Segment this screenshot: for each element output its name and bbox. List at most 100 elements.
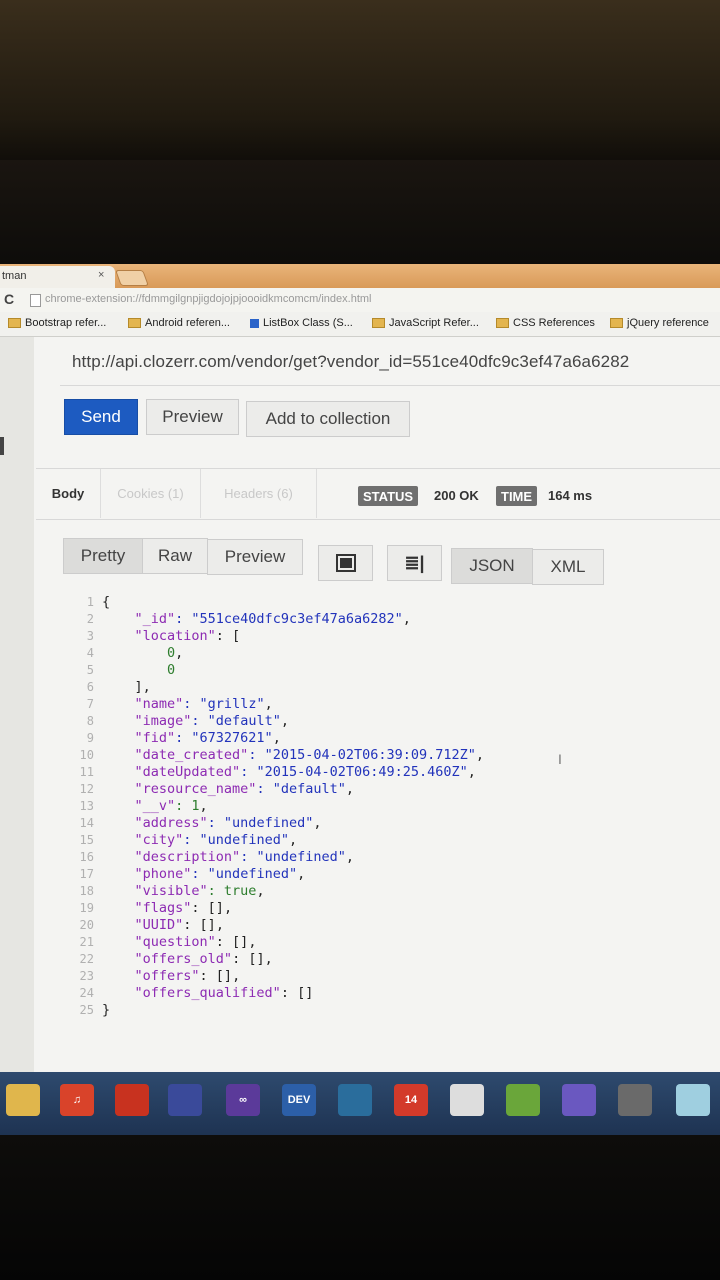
line-number: 23 [79,969,94,983]
new-tab-button[interactable] [115,270,149,286]
line-number: 3 [86,629,94,643]
json-punct: , [402,611,411,627]
json-value: : "default" [191,713,281,729]
chrome-icon[interactable] [450,1084,484,1116]
format-pretty-button[interactable]: Pretty [63,538,143,574]
code-line: 19 "flags": [], [60,900,233,917]
screen: tman × C chrome-extension://fdmmgilgnpji… [0,264,720,1135]
code-line: 9 "fid": "67327621", [60,730,281,747]
json-key: "offers" [134,968,200,984]
bookmark-javascript[interactable]: JavaScript Refer... [372,317,479,329]
json-value: 0 [167,662,176,678]
calculator-icon[interactable] [168,1084,202,1116]
format-raw-button[interactable]: Raw [142,538,208,574]
address-url[interactable]: chrome-extension://fdmmgilgnpjigdojojpjo… [45,293,371,305]
code-line: 17 "phone": "undefined", [60,866,306,883]
background-wall [0,0,720,170]
devexpress-icon[interactable]: DEV [282,1084,316,1116]
bookmark-android[interactable]: Android referen... [128,317,230,329]
reload-icon[interactable]: C [4,291,14,307]
code-line: 10 "date_created": "2015-04-02T06:39:09.… [60,747,484,764]
line-number: 25 [79,1003,94,1017]
bookmarks-bar: Bootstrap refer... Android referen... Li… [0,312,720,337]
code-line: 2 "_id": "551ce40dfc9c3ef47a6a6282", [60,611,411,628]
line-number: 13 [79,799,94,813]
format-xml-button[interactable]: XML [532,549,604,585]
json-key: "dateUpdated" [134,764,241,780]
code-line: 11 "dateUpdated": "2015-04-02T06:49:25.4… [60,764,476,781]
android-studio-icon[interactable] [506,1084,540,1116]
terminal-icon[interactable] [618,1084,652,1116]
file-explorer-icon[interactable] [6,1084,40,1116]
send-button[interactable]: Send [64,399,138,435]
app-14-icon[interactable]: 14 [394,1084,428,1116]
folder-icon [496,318,509,329]
office-app-icon[interactable] [115,1084,149,1116]
json-punct: , [345,849,354,865]
bookmark-bootstrap[interactable]: Bootstrap refer... [8,317,106,329]
json-key: "date_created" [134,747,249,763]
tab-cookies[interactable]: Cookies (1) [100,469,200,518]
bookmark-css[interactable]: CSS References [496,317,595,329]
wrap-toggle-button[interactable]: ≣| [387,545,442,581]
json-punct: , [467,764,476,780]
music-app-icon[interactable]: ♫ [60,1084,94,1116]
tab-title: tman [2,270,27,282]
notes-icon[interactable] [676,1084,710,1116]
tab-body[interactable]: Body [36,469,100,518]
json-key: "visible" [134,883,208,899]
line-number: 11 [79,765,94,779]
json-punct: , [313,815,322,831]
line-number: 21 [79,935,94,949]
code-line: 8 "image": "default", [60,713,289,730]
json-punct: , [256,883,265,899]
line-number: 20 [79,918,94,932]
tab-headers[interactable]: Headers (6) [200,469,317,518]
json-value: : "grillz" [183,696,265,712]
line-number: 12 [79,782,94,796]
line-number: 15 [79,833,94,847]
browser-tab[interactable]: tman × [0,266,115,288]
code-line: 21 "question": [], [60,934,257,951]
code-line: 12 "resource_name": "default", [60,781,354,798]
add-to-collection-button[interactable]: Add to collection [246,401,410,437]
bookmark-jquery[interactable]: jQuery reference [610,317,709,329]
request-url-input[interactable]: http://api.clozerr.com/vendor/get?vendor… [72,352,629,372]
line-number: 4 [86,646,94,660]
format-json-button[interactable]: JSON [451,548,533,584]
json-punct: , [142,679,151,695]
tab-close-icon[interactable]: × [98,269,104,281]
json-value: : [] [183,917,216,933]
address-bar: C chrome-extension://fdmmgilgnpjigdojojp… [0,288,720,313]
fullscreen-icon [337,556,354,570]
json-punct: , [248,934,257,950]
preview-button[interactable]: Preview [146,399,239,435]
line-number: 14 [79,816,94,830]
bookmark-listbox[interactable]: ListBox Class (S... [250,317,353,329]
visual-studio-icon[interactable]: ∞ [226,1084,260,1116]
json-value: : true [207,883,257,899]
json-value: ] [134,679,143,695]
line-number: 19 [79,901,94,915]
json-key: "flags" [134,900,192,916]
code-line: 3 "location": [ [60,628,240,645]
eclipse-icon[interactable] [562,1084,596,1116]
sidebar-toggle[interactable] [0,437,4,455]
fullscreen-toggle-button[interactable] [318,545,373,581]
mysql-icon[interactable] [338,1084,372,1116]
line-number: 8 [86,714,94,728]
json-value: : 1 [175,798,200,814]
format-preview-button[interactable]: Preview [207,539,303,575]
code-line: 18 "visible": true, [60,883,265,900]
code-line: 23 "offers": [], [60,968,241,985]
json-key: "address" [134,815,208,831]
json-punct: , [215,917,224,933]
